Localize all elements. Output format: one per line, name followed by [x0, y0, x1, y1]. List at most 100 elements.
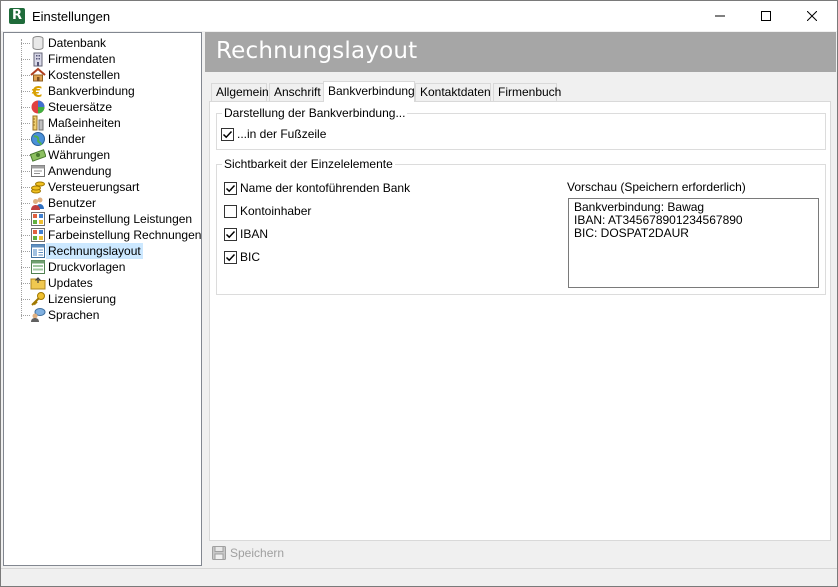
visibility-groupbox: Sichtbarkeit der Einzelelemente Name der…	[216, 157, 826, 295]
checkmark-icon	[225, 253, 236, 261]
sidebar-item-anwendung[interactable]: Anwendung	[4, 163, 201, 179]
sidebar-item-label: Firmendaten	[48, 52, 116, 66]
account-holder-checkbox-row[interactable]: Kontoinhaber	[224, 204, 311, 218]
sidebar-item-laender[interactable]: Länder	[4, 131, 201, 147]
close-button[interactable]	[789, 1, 835, 31]
iban-checkbox[interactable]	[224, 227, 237, 241]
sidebar-item-sprachen[interactable]: Sprachen	[4, 307, 201, 323]
tab-bankverbindung[interactable]: Bankverbindung	[323, 81, 415, 102]
page-title: Rechnungslayout	[216, 38, 418, 64]
tab-kontaktdaten[interactable]: Kontaktdaten	[415, 83, 491, 101]
layout-icon	[31, 244, 45, 258]
sidebar-item-label: Kostenstellen	[48, 68, 121, 82]
page-header: Rechnungslayout	[205, 32, 836, 72]
sidebar-item-steuersaetze[interactable]: Steuersätze	[4, 99, 201, 115]
sidebar-item-masseinheiten[interactable]: Maßeinheiten	[4, 115, 201, 131]
bank-name-checkbox[interactable]	[224, 181, 237, 195]
preview-label: Vorschau (Speichern erforderlich)	[567, 180, 746, 194]
settings-content: Rechnungslayout Allgemein Anschrift Bank…	[205, 32, 836, 566]
sidebar-item-label: Währungen	[48, 148, 111, 162]
palette-grid-icon	[31, 212, 45, 226]
sidebar-item-datenbank[interactable]: Datenbank	[4, 35, 201, 51]
sidebar-item-label: Updates	[48, 276, 93, 290]
window-title: Einstellungen	[32, 9, 111, 24]
pie-chart-icon	[31, 100, 45, 114]
sidebar-item-versteuerungsart[interactable]: Versteuerungsart	[4, 179, 201, 195]
minimize-icon	[715, 15, 725, 17]
account-holder-checkbox-label: Kontoinhaber	[240, 204, 312, 218]
sidebar-item-druckvorlagen[interactable]: Druckvorlagen	[4, 259, 201, 275]
iban-checkbox-row[interactable]: IBAN	[224, 227, 268, 241]
sidebar-item-label: Lizensierung	[48, 292, 117, 306]
sidebar-item-farbeinstellung-leistungen[interactable]: Farbeinstellung Leistungen	[4, 211, 201, 227]
tab-anschrift[interactable]: Anschrift	[269, 83, 324, 101]
bank-name-checkbox-label: Name der kontoführenden Bank	[240, 181, 411, 195]
sidebar-item-benutzer[interactable]: Benutzer	[4, 195, 201, 211]
window-icon	[31, 165, 45, 177]
status-bar	[1, 568, 837, 586]
speech-icon	[31, 308, 46, 322]
bank-name-checkbox-row[interactable]: Name der kontoführenden Bank	[224, 181, 410, 195]
sidebar-item-label: Länder	[48, 132, 86, 146]
display-group-title: Darstellung der Bankverbindung...	[222, 106, 408, 120]
sidebar-item-label: Farbeinstellung Leistungen	[48, 212, 193, 226]
sidebar-item-rechnungslayout[interactable]: Rechnungslayout	[4, 243, 201, 259]
sidebar-item-bankverbindung[interactable]: € Bankverbindung	[4, 83, 201, 99]
tab-allgemein[interactable]: Allgemein	[211, 83, 269, 101]
footer-checkbox-label: ...in der Fußzeile	[237, 127, 327, 141]
settings-window: R Einstellungen Datenbank Firmendaten Ko…	[0, 0, 838, 587]
euro-icon: €	[31, 83, 42, 99]
preview-box: Bankverbindung: Bawag IBAN: AT3456789012…	[568, 198, 819, 288]
sidebar-item-farbeinstellung-rechnungen[interactable]: Farbeinstellung Rechnungen	[4, 227, 201, 243]
sidebar-item-label: Datenbank	[48, 36, 107, 50]
database-icon	[32, 36, 44, 51]
maximize-button[interactable]	[743, 1, 789, 31]
tab-firmenbuch[interactable]: Firmenbuch	[493, 83, 561, 101]
settings-tree: Datenbank Firmendaten Kostenstellen € Ba…	[3, 32, 202, 566]
sidebar-item-waehrungen[interactable]: Währungen	[4, 147, 201, 163]
svg-text:€: €	[31, 83, 42, 99]
save-button[interactable]: Speichern	[211, 545, 284, 561]
sidebar-item-firmendaten[interactable]: Firmendaten	[4, 51, 201, 67]
sidebar-item-label: Sprachen	[48, 308, 100, 322]
sidebar-item-label: Benutzer	[48, 196, 97, 210]
bic-checkbox[interactable]	[224, 250, 237, 264]
iban-checkbox-label: IBAN	[240, 227, 269, 241]
bic-checkbox-row[interactable]: BIC	[224, 250, 260, 264]
sidebar-item-label: Druckvorlagen	[48, 260, 126, 274]
sidebar-item-label: Farbeinstellung Rechnungen	[48, 228, 202, 242]
key-icon	[31, 292, 45, 306]
sidebar-item-label: Versteuerungsart	[48, 180, 140, 194]
bic-checkbox-label: BIC	[240, 250, 261, 264]
sidebar-item-label: Steuersätze	[48, 100, 113, 114]
sidebar-item-label: Maßeinheiten	[48, 116, 121, 130]
footer-checkbox[interactable]	[221, 127, 234, 141]
save-button-label: Speichern	[230, 546, 285, 560]
footer-checkbox-row[interactable]: ...in der Fußzeile	[221, 127, 326, 141]
sidebar-item-label: Anwendung	[48, 164, 112, 178]
sidebar-item-label: Rechnungslayout	[46, 243, 143, 259]
close-icon	[807, 11, 817, 21]
maximize-icon	[761, 11, 771, 21]
house-icon	[30, 67, 46, 82]
app-logo-icon: R	[9, 8, 25, 24]
sidebar-item-updates[interactable]: Updates	[4, 275, 201, 291]
template-icon	[31, 260, 45, 274]
palette-grid-icon	[31, 228, 45, 242]
bankverbindung-tab-panel: Darstellung der Bankverbindung... ...in …	[209, 101, 831, 541]
checkmark-icon	[225, 184, 236, 192]
checkmark-icon	[222, 130, 233, 138]
display-groupbox: Darstellung der Bankverbindung... ...in …	[216, 106, 826, 150]
title-bar: R Einstellungen	[1, 1, 837, 31]
ruler-icon	[32, 115, 44, 131]
coins-icon	[31, 181, 45, 194]
building-icon	[33, 52, 43, 67]
tab-strip: Allgemein Anschrift Bankverbindung Konta…	[209, 81, 829, 102]
visibility-group-title: Sichtbarkeit der Einzelelemente	[222, 157, 395, 171]
preview-line-bic: BIC: DOSPAT2DAUR	[574, 226, 689, 240]
sidebar-item-lizensierung[interactable]: Lizensierung	[4, 291, 201, 307]
sidebar-item-kostenstellen[interactable]: Kostenstellen	[4, 67, 201, 83]
minimize-button[interactable]	[697, 1, 743, 31]
folder-icon	[30, 277, 46, 290]
account-holder-checkbox[interactable]	[224, 204, 237, 218]
